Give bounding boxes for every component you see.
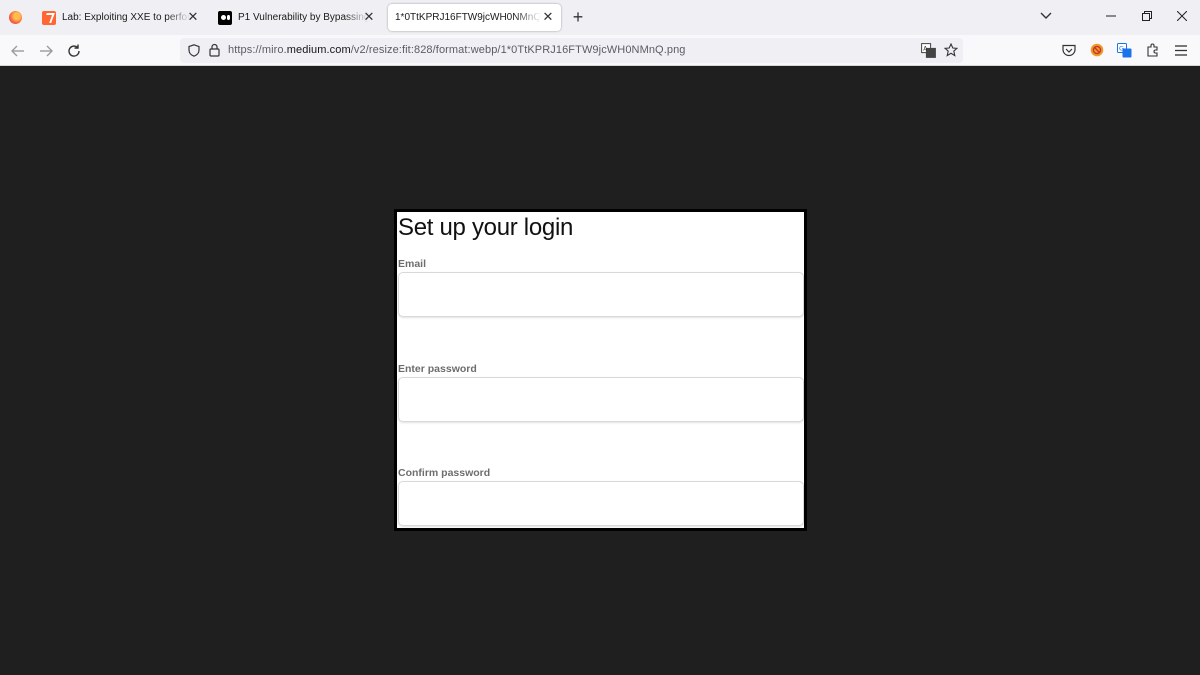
arrow-left-icon: [11, 45, 24, 57]
close-tab-icon[interactable]: ✕: [362, 10, 376, 24]
arrow-right-icon: [40, 45, 53, 57]
portswigger-icon: [42, 10, 56, 25]
login-setup-image: Set up your login Email Enter password C…: [394, 209, 807, 531]
page-viewport: Set up your login Email Enter password C…: [0, 66, 1200, 675]
bookmark-star-icon[interactable]: [944, 43, 958, 57]
hamburger-menu-icon[interactable]: [1175, 45, 1187, 56]
medium-icon: [218, 10, 232, 25]
reload-button[interactable]: [64, 41, 84, 61]
password-field[interactable]: [398, 377, 804, 422]
translate-icon[interactable]: A: [921, 43, 936, 58]
url-text[interactable]: https://miro.medium.com/v2/resize:fit:82…: [228, 44, 686, 56]
back-button[interactable]: [8, 41, 28, 61]
confirm-password-field[interactable]: [398, 481, 804, 526]
email-label: Email: [398, 258, 427, 270]
navigation-toolbar: https://miro.medium.com/v2/resize:fit:82…: [0, 35, 1200, 66]
password-label: Enter password: [398, 363, 477, 375]
close-window-button[interactable]: [1173, 8, 1191, 26]
forward-button[interactable]: [36, 41, 56, 61]
translate-extension-icon[interactable]: G: [1117, 43, 1132, 58]
list-all-tabs-icon[interactable]: [1039, 9, 1053, 23]
lock-icon[interactable]: [209, 43, 220, 57]
shield-icon[interactable]: [188, 44, 200, 57]
tab-title: 1*0TtKPRJ16FTW9jcWH0NMnQ.webp: [395, 12, 541, 23]
tab-portswigger-lab[interactable]: Lab: Exploiting XXE to perform SSRF atta…: [36, 4, 206, 31]
close-tab-icon[interactable]: ✕: [186, 10, 200, 24]
url-bar[interactable]: https://miro.medium.com/v2/resize:fit:82…: [180, 38, 963, 63]
tab-medium-article[interactable]: P1 Vulnerability by Bypassing the ✕: [212, 4, 382, 31]
new-tab-button[interactable]: +: [569, 8, 587, 26]
confirm-password-label: Confirm password: [398, 467, 491, 479]
reload-icon: [68, 44, 80, 57]
tab-strip: Lab: Exploiting XXE to perform SSRF atta…: [0, 0, 1200, 35]
extension-blocker-icon[interactable]: [1090, 43, 1104, 57]
tab-title: Lab: Exploiting XXE to perform SSRF atta…: [62, 12, 190, 23]
tab-image-webp[interactable]: 1*0TtKPRJ16FTW9jcWH0NMnQ.webp ✕: [388, 4, 561, 31]
page-title: Set up your login: [398, 214, 574, 241]
pocket-icon[interactable]: [1062, 44, 1076, 57]
email-field[interactable]: [398, 272, 804, 317]
restore-button[interactable]: [1138, 8, 1156, 26]
tab-title: P1 Vulnerability by Bypassing the: [238, 12, 368, 23]
firefox-view-icon[interactable]: [9, 11, 22, 24]
close-tab-icon[interactable]: ✕: [541, 10, 555, 24]
extensions-puzzle-icon[interactable]: [1146, 43, 1160, 57]
minimize-button[interactable]: [1102, 8, 1120, 26]
svg-text:G: G: [1119, 45, 1124, 53]
